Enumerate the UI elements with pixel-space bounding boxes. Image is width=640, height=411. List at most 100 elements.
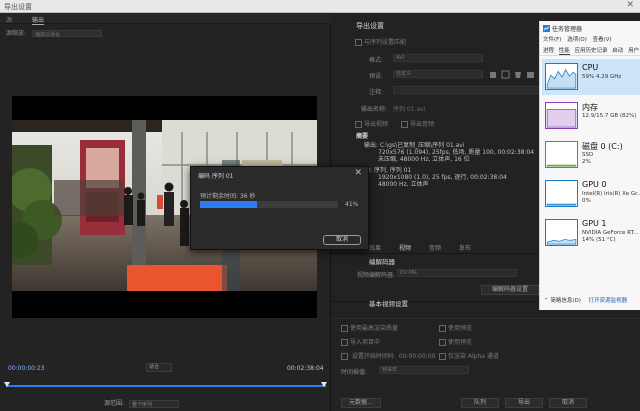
preset-select[interactable]: 自定义 xyxy=(393,70,483,78)
summary-source-spec: 1920x1080 (1.0), 25 fps, 逐行, 00:02:38:04 xyxy=(378,174,507,181)
source-output-tabs: 源 输出 xyxy=(0,13,331,25)
codec-heading: 编解码器 xyxy=(369,258,395,266)
use-previews-checkbox[interactable]: 使用预览 xyxy=(439,323,472,332)
menu-view[interactable]: 查看(V) xyxy=(593,37,612,43)
max-render-quality-checkbox[interactable]: 使用最高渲染质量 xyxy=(341,323,398,332)
menu-options[interactable]: 选项(O) xyxy=(567,37,587,43)
resource-usage: 14% (51 °C) xyxy=(582,237,616,243)
task-manager-tabs: 进程 性能 应用历史记录 启动 用户 xyxy=(543,46,640,55)
comment-label: 注释: xyxy=(369,89,384,96)
brief-info-link[interactable]: 简略信息(D) xyxy=(550,298,581,304)
timeline-track[interactable] xyxy=(6,385,326,387)
resource-usage: 0% xyxy=(582,198,591,204)
fit-select[interactable]: 适合 xyxy=(146,363,172,372)
video-codec-select[interactable]: DV PAL xyxy=(397,269,517,277)
tm-tab-users[interactable]: 用户 xyxy=(628,48,639,54)
preset-label: 预设: xyxy=(369,73,384,80)
preset-action-icons[interactable] xyxy=(489,69,537,79)
codec-settings-button[interactable]: 编解码器设置 xyxy=(481,285,539,295)
task-manager-footer: ⌃ 简略信息(D) 打开资源监视器 xyxy=(544,296,627,304)
metadata-button[interactable]: 元数据... xyxy=(341,398,381,408)
divider xyxy=(331,318,640,319)
resource-detail: 12.9/15.7 GB (82%) xyxy=(582,113,637,119)
format-select[interactable]: AVI xyxy=(393,54,483,62)
resource-graph xyxy=(545,102,578,129)
end-timecode: 00:02:38:04 xyxy=(287,365,324,372)
source-scaling-row: 源缩放: 缩放以适合 xyxy=(6,28,102,38)
tab-source[interactable]: 源 xyxy=(6,15,12,24)
source-range-select[interactable]: 整个序列 xyxy=(128,399,179,408)
resource-item[interactable]: 磁盘 0 (C:) SSD 2% xyxy=(542,137,640,173)
queue-button[interactable]: 队列 xyxy=(461,398,499,408)
output-name-label: 输出名称: xyxy=(361,106,388,113)
time-interp-label: 时间插值: xyxy=(341,369,368,376)
in-point-marker[interactable] xyxy=(4,382,10,387)
tm-tab-startup[interactable]: 启动 xyxy=(612,48,623,54)
summary-source-name: 序列, 序列 01 xyxy=(373,167,412,174)
window-title: 导出设置 xyxy=(4,3,32,11)
output-name-link[interactable]: 序列 01.avi xyxy=(393,104,425,113)
export-video-checkbox[interactable]: 导出视频 xyxy=(355,119,388,128)
summary-heading: 摘要 xyxy=(356,133,369,140)
tab-video[interactable]: 视频 xyxy=(399,245,411,252)
resource-detail: SSD xyxy=(582,152,594,158)
resource-item[interactable]: GPU 0 Intel(R) Iris(R) Xe Gr... 0% xyxy=(542,176,640,212)
menu-file[interactable]: 文件(F) xyxy=(543,37,561,43)
progress-percent: 41% xyxy=(345,201,359,208)
divider xyxy=(540,55,640,56)
resource-detail: Intel(R) Iris(R) Xe Gr... xyxy=(582,191,640,197)
export-audio-checkbox[interactable]: 导出音频 xyxy=(401,119,434,128)
resource-item[interactable]: 内存 12.9/15.7 GB (82%) xyxy=(542,98,640,134)
resource-name: CPU xyxy=(582,63,599,72)
import-project-checkbox[interactable]: 导入项目中 xyxy=(341,337,380,346)
source-scaling-label: 源缩放: xyxy=(6,30,27,37)
window-titlebar: 导出设置 ✕ xyxy=(0,0,640,13)
set-start-tc-checkbox[interactable]: 设置开始时间码 00:00:00:00 xyxy=(341,351,436,360)
resource-graph xyxy=(545,141,578,168)
resource-detail: NVIDIA GeForce RT... xyxy=(582,230,639,236)
close-icon[interactable]: ✕ xyxy=(626,0,634,10)
tab-audio[interactable]: 音频 xyxy=(429,245,441,252)
task-manager-icon xyxy=(543,25,550,32)
time-interp-select[interactable]: 帧采样 xyxy=(379,366,469,374)
source-scaling-select[interactable]: 缩放以适合 xyxy=(31,30,102,38)
comment-field[interactable] xyxy=(393,86,543,94)
use-previews-2-checkbox[interactable]: 使用预览 xyxy=(439,337,472,346)
cancel-export-button[interactable]: 取消 xyxy=(549,398,587,408)
current-timecode[interactable]: 00:00:00:23 xyxy=(8,365,45,372)
source-range-label: 源范围: xyxy=(104,400,125,407)
basic-video-heading: 基本视频设置 xyxy=(369,300,408,308)
export-settings-heading: 导出设置 xyxy=(356,22,384,30)
progress-bar xyxy=(200,201,338,208)
chevron-up-icon[interactable]: ⌃ xyxy=(544,298,549,304)
tab-effects[interactable]: 效果 xyxy=(369,245,381,252)
resource-item[interactable]: GPU 1 NVIDIA GeForce RT... 14% (51 °C) xyxy=(542,215,640,251)
export-button[interactable]: 导出 xyxy=(505,398,543,408)
task-manager-window: 任务管理器 文件(F) 选项(O) 查看(V) 进程 性能 应用历史记录 启动 … xyxy=(539,21,640,310)
tab-output[interactable]: 输出 xyxy=(32,15,45,25)
progress-bar-fill xyxy=(200,201,257,208)
tm-tab-app-history[interactable]: 应用历史记录 xyxy=(575,48,608,54)
summary-output-spec: 720x576 (1.094), 25fps, 低场, 质量 100, 00:0… xyxy=(378,149,535,156)
dialog-title: 编码 序列 01 xyxy=(198,173,234,180)
tab-publish[interactable]: 发布 xyxy=(459,245,471,252)
task-manager-title: 任务管理器 xyxy=(552,26,583,33)
dialog-cancel-button[interactable]: 取消 xyxy=(323,235,361,245)
resource-detail: 59% 4.29 GHz xyxy=(582,74,622,80)
tm-tab-processes[interactable]: 进程 xyxy=(543,48,554,54)
out-point-marker[interactable] xyxy=(321,382,327,387)
summary-output-path: C:\gs\已复制_压缩\序列 01.avi xyxy=(379,142,465,149)
resource-name: GPU 1 xyxy=(582,219,607,228)
format-label: 格式: xyxy=(369,57,384,64)
resource-name: 磁盘 0 (C:) xyxy=(582,142,623,151)
resource-monitor-link[interactable]: 打开资源监视器 xyxy=(589,298,628,304)
summary-source-audio: 48000 Hz, 立体声 xyxy=(378,181,429,188)
tm-tab-performance[interactable]: 性能 xyxy=(558,48,570,55)
render-alpha-checkbox[interactable]: 仅渲染 Alpha 通道 xyxy=(439,351,499,360)
match-sequence-checkbox[interactable]: 与序列设置匹配 xyxy=(355,37,406,46)
dialog-close-icon[interactable]: ✕ xyxy=(354,168,362,178)
video-codec-label: 视频编解码器: xyxy=(357,272,396,279)
resource-item[interactable]: CPU 59% 4.29 GHz xyxy=(542,59,640,95)
start-tc-value: 00:00:00:00 xyxy=(398,353,436,360)
encoding-progress-dialog: 编码 序列 01 ✕ 预计剩余时间: 36 秒 41% 取消 xyxy=(190,166,369,250)
